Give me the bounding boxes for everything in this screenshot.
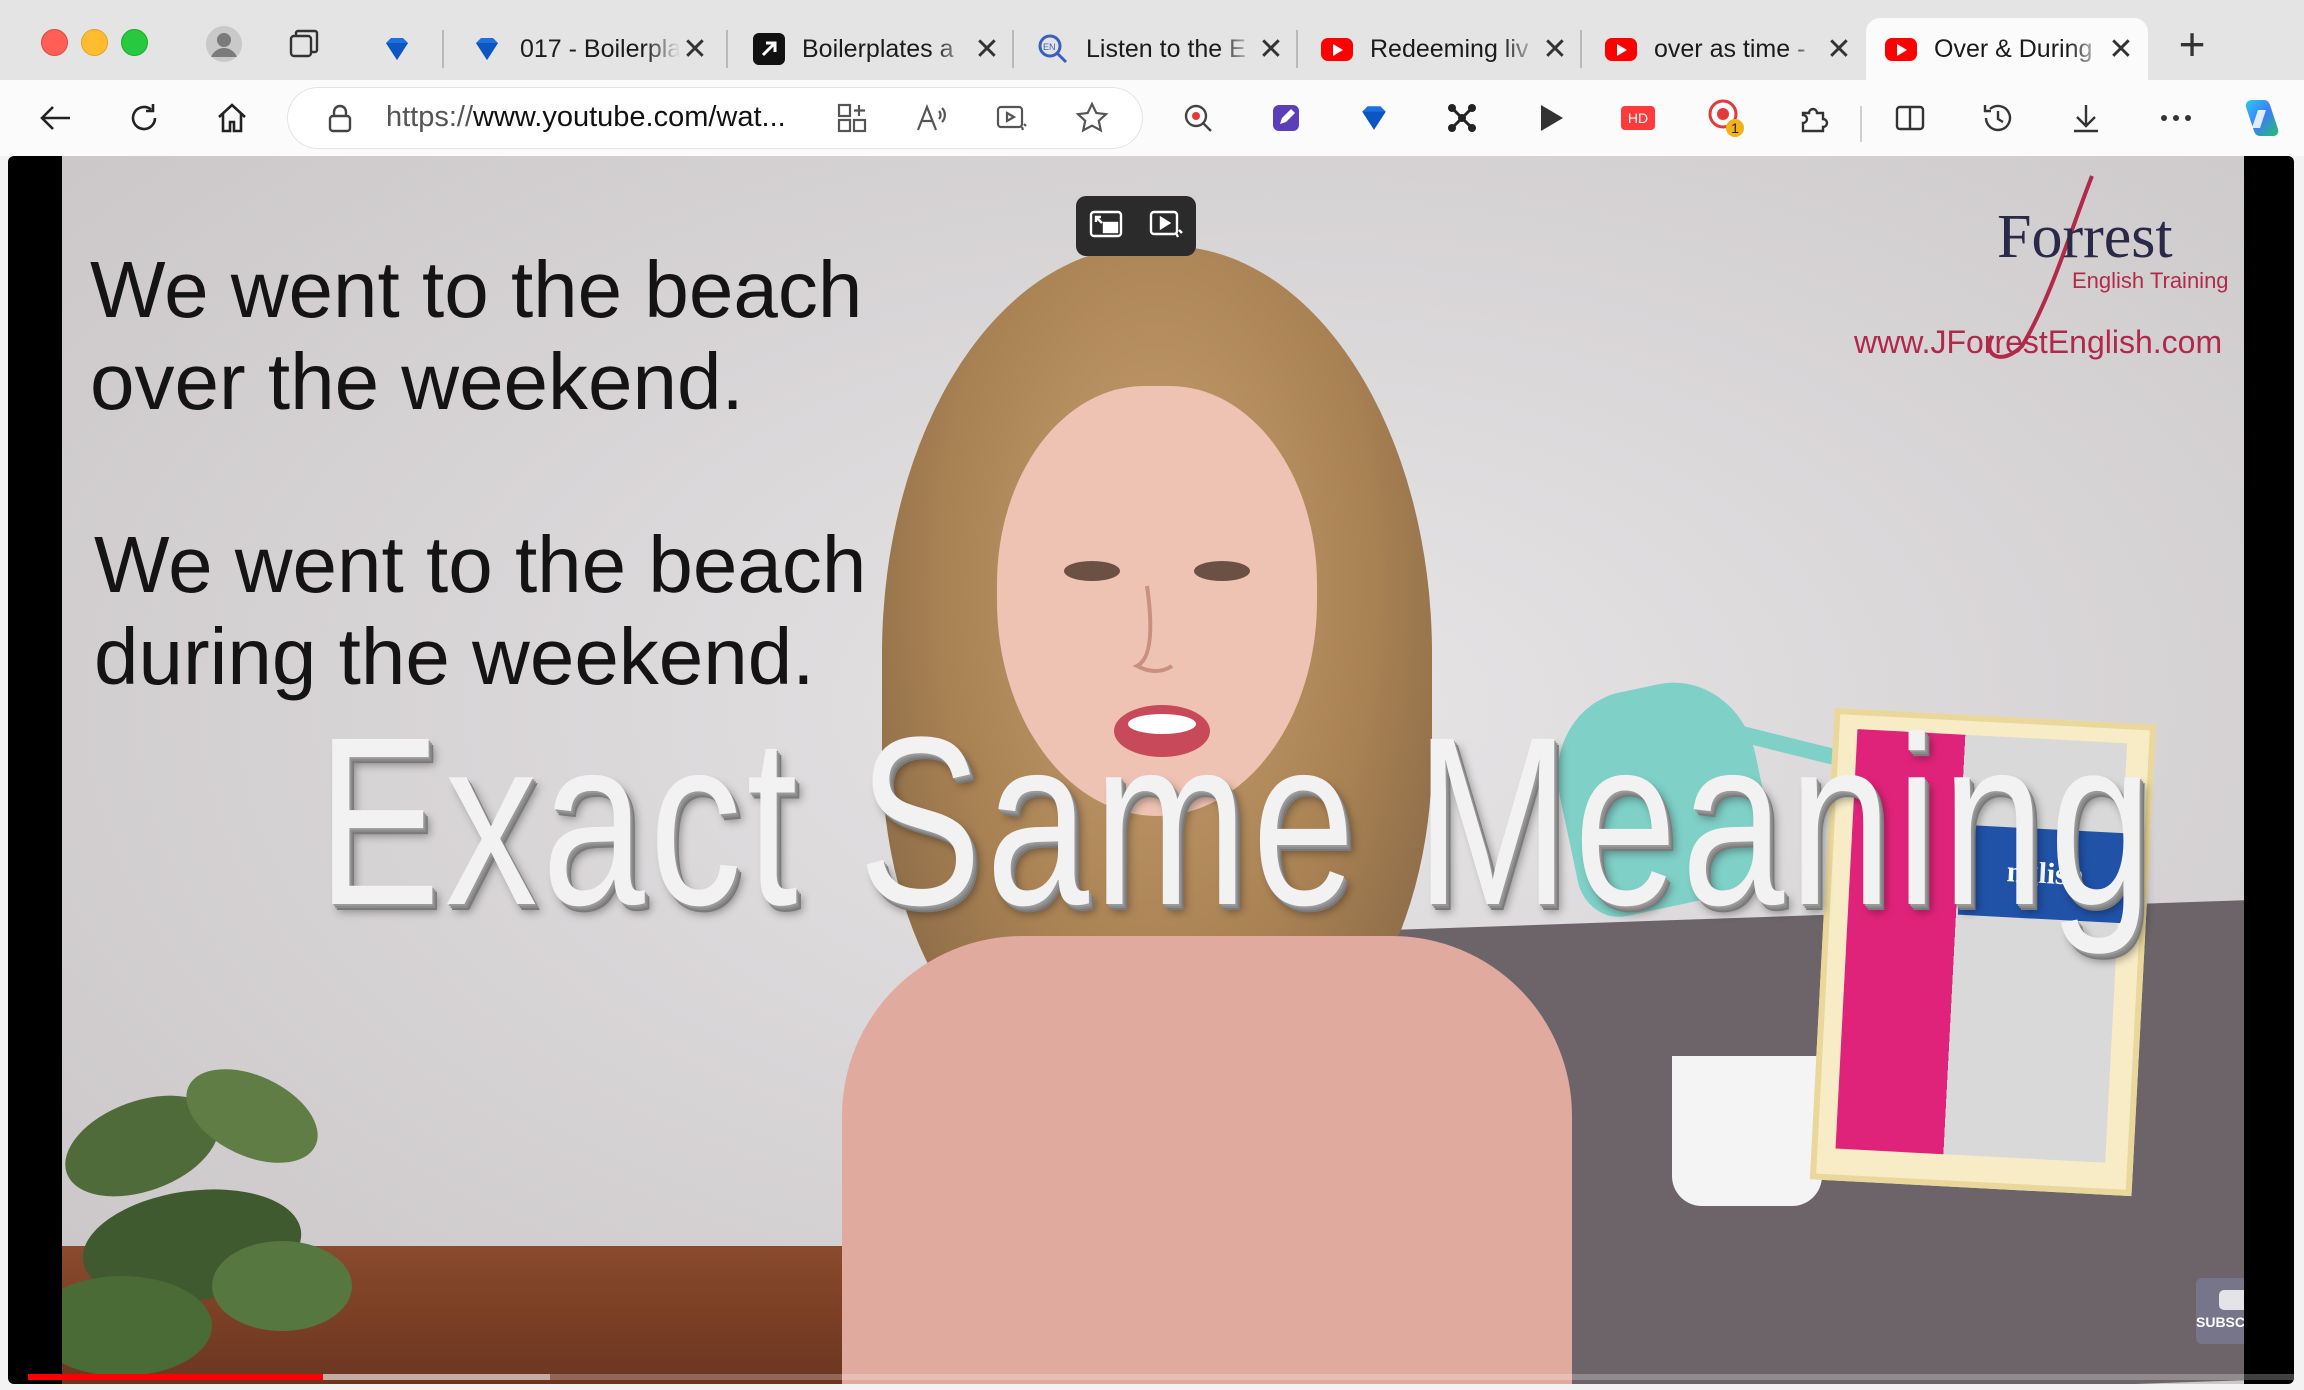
more-menu-icon[interactable] bbox=[2154, 96, 2198, 140]
tab-boilerplates[interactable]: Boilerplates a ✕ bbox=[734, 18, 1014, 80]
tab-title: Listen to the E bbox=[1086, 34, 1246, 63]
tab-close-icon[interactable]: ✕ bbox=[972, 32, 1002, 67]
tab-title: 017 - Boilerpla bbox=[520, 34, 680, 63]
website-watermark: www.JForrestEnglish.com bbox=[1854, 324, 2223, 360]
youtube-icon bbox=[2219, 1290, 2244, 1310]
arrow-icon bbox=[752, 32, 786, 66]
youtube-icon bbox=[1884, 32, 1918, 66]
reload-button[interactable] bbox=[122, 96, 166, 140]
tab-strip: 017 - Boilerpla ✕ Boilerplates a ✕ EN Li… bbox=[0, 0, 2304, 80]
gem-icon bbox=[380, 32, 414, 66]
video-frame[interactable]: nglish We went to the beach over the wee… bbox=[62, 156, 2244, 1384]
flower-pot-image bbox=[1672, 1056, 1822, 1206]
back-button[interactable] bbox=[34, 96, 78, 140]
tab-over-during[interactable]: Over & During ✕ bbox=[1866, 18, 2148, 80]
headline-text: Exact Same Meaning bbox=[317, 687, 2157, 955]
address-bar[interactable]: https://www.youtube.com/wat... bbox=[288, 88, 1142, 148]
tab-close-icon[interactable]: ✕ bbox=[1824, 32, 1854, 67]
record-extension-icon[interactable]: 1 bbox=[1704, 96, 1748, 140]
gem-icon bbox=[470, 32, 504, 66]
svg-text:HD: HD bbox=[1628, 110, 1648, 126]
tab-pinned[interactable] bbox=[372, 18, 422, 80]
video-enhance-icon[interactable] bbox=[990, 96, 1034, 140]
video-overlay-controls bbox=[1076, 196, 1196, 256]
history-icon[interactable] bbox=[1976, 96, 2020, 140]
tab-separator bbox=[1580, 30, 1582, 68]
toolbar-divider bbox=[1860, 106, 1862, 142]
progress-played bbox=[28, 1374, 324, 1380]
presenter-body-image bbox=[842, 936, 1572, 1384]
youtube-icon bbox=[1320, 32, 1354, 66]
subscribe-watermark-button[interactable]: SUBSCRIBE bbox=[2196, 1278, 2244, 1344]
connect-extension-icon[interactable] bbox=[1440, 96, 1484, 140]
app-available-icon[interactable] bbox=[830, 96, 874, 140]
tab-redeeming[interactable]: Redeeming liv ✕ bbox=[1302, 18, 1582, 80]
logo-name: Forrest bbox=[1997, 203, 2173, 271]
downloads-icon[interactable] bbox=[2064, 96, 2108, 140]
tab-separator bbox=[726, 30, 728, 68]
copilot-icon[interactable] bbox=[2238, 96, 2282, 140]
tab-close-icon[interactable]: ✕ bbox=[2106, 32, 2136, 67]
tab-separator bbox=[1012, 30, 1014, 68]
tab-close-icon[interactable]: ✕ bbox=[1256, 32, 1286, 67]
window-close-button[interactable] bbox=[41, 29, 68, 56]
youtube-icon bbox=[1604, 32, 1638, 66]
svg-text:EN: EN bbox=[1043, 42, 1056, 52]
screen-record-extension-icon[interactable] bbox=[1176, 96, 1220, 140]
caption-over: We went to the beach over the weekend. bbox=[90, 245, 863, 426]
tab-separator bbox=[1296, 30, 1298, 68]
search-icon: EN bbox=[1036, 32, 1070, 66]
logo-subtitle: English Training bbox=[2072, 268, 2229, 293]
play-extension-icon[interactable] bbox=[1528, 96, 1572, 140]
tab-boilerplate-017[interactable]: 017 - Boilerpla ✕ bbox=[452, 18, 722, 80]
video-progress-bar[interactable] bbox=[28, 1374, 2294, 1380]
extension-badge: 1 bbox=[1731, 120, 1739, 136]
profile-avatar[interactable] bbox=[204, 24, 244, 64]
tab-title: Over & During bbox=[1934, 34, 2093, 63]
tab-over-as-time[interactable]: over as time - ✕ bbox=[1586, 18, 1866, 80]
tab-close-icon[interactable]: ✕ bbox=[1540, 32, 1570, 67]
caption-during: We went to the beach during the weekend. bbox=[94, 520, 867, 701]
edit-extension-icon[interactable] bbox=[1264, 96, 1308, 140]
tab-close-icon[interactable]: ✕ bbox=[680, 32, 710, 67]
plant-image bbox=[62, 1069, 352, 1376]
workspaces-icon[interactable] bbox=[284, 24, 324, 64]
video-player[interactable]: nglish We went to the beach over the wee… bbox=[8, 156, 2294, 1384]
url-text[interactable]: https://www.youtube.com/wat... bbox=[386, 101, 786, 134]
video-enhance-icon[interactable] bbox=[1148, 208, 1184, 245]
home-button[interactable] bbox=[210, 96, 254, 140]
tab-separator bbox=[442, 30, 444, 68]
tab-title: over as time - bbox=[1654, 34, 1806, 63]
tab-listen-to-the[interactable]: EN Listen to the E ✕ bbox=[1018, 18, 1298, 80]
picture-in-picture-icon[interactable] bbox=[1088, 208, 1124, 245]
tab-title: Redeeming liv bbox=[1370, 34, 1529, 63]
split-screen-icon[interactable] bbox=[1888, 96, 1932, 140]
extensions-puzzle-icon[interactable] bbox=[1792, 96, 1836, 140]
hd-extension-icon[interactable]: HD bbox=[1616, 96, 1660, 140]
tab-title: Boilerplates a bbox=[802, 34, 954, 63]
lock-icon[interactable] bbox=[318, 96, 362, 140]
new-tab-button[interactable]: + bbox=[2170, 21, 2214, 67]
window-zoom-button[interactable] bbox=[121, 29, 148, 56]
gem-extension-icon[interactable] bbox=[1352, 96, 1396, 140]
browser-toolbar: https://www.youtube.com/wat... HD 1 bbox=[0, 80, 2304, 156]
read-aloud-icon[interactable] bbox=[910, 96, 954, 140]
favorite-star-icon[interactable] bbox=[1070, 96, 1114, 140]
window-minimize-button[interactable] bbox=[81, 29, 108, 56]
